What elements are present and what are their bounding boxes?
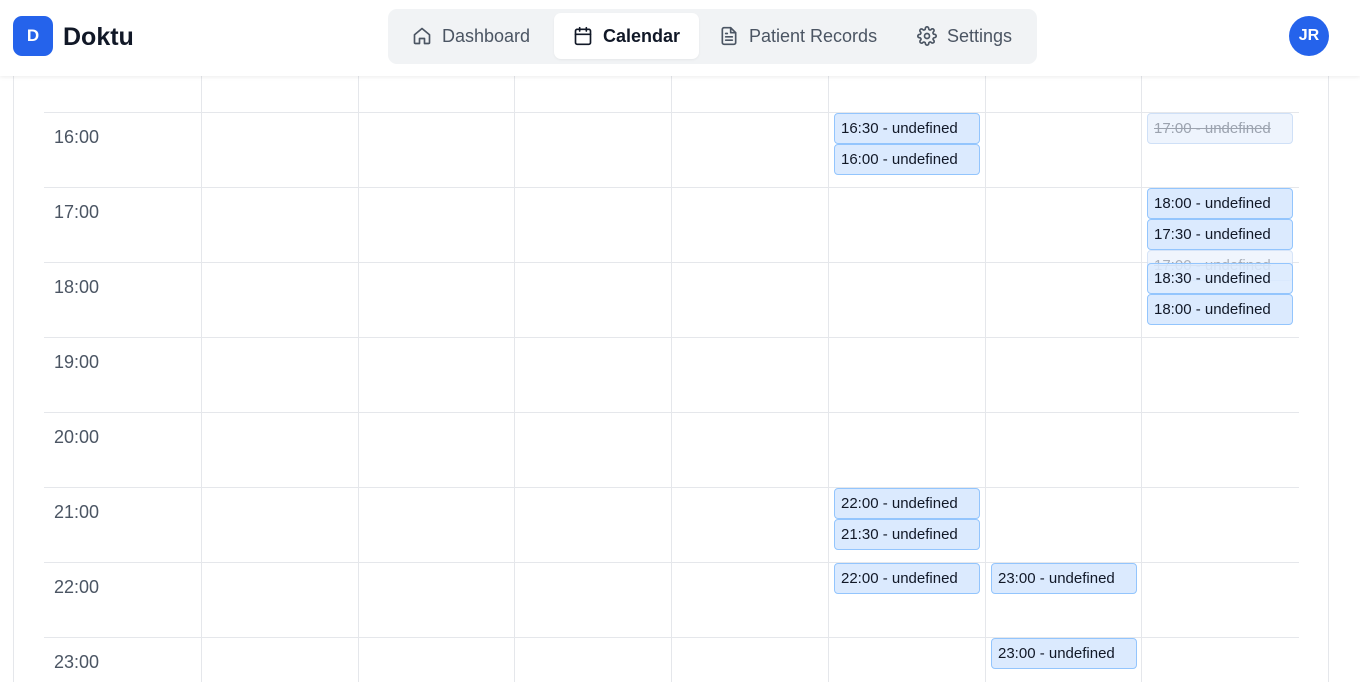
column-divider	[828, 76, 829, 682]
column-divider	[1141, 76, 1142, 682]
user-avatar[interactable]: JR	[1289, 16, 1329, 56]
appointment-event[interactable]: 18:00 - undefined	[1147, 294, 1293, 325]
column-divider	[985, 76, 986, 682]
main-nav: Dashboard Calendar Patient Records Setti…	[388, 9, 1037, 64]
column-divider	[514, 76, 515, 682]
row-divider	[44, 487, 1299, 488]
time-label-2100: 21:00	[54, 502, 100, 522]
time-label-1800: 18:00	[54, 277, 100, 297]
appointment-event[interactable]: 16:30 - undefined	[834, 113, 980, 144]
nav-settings[interactable]: Settings	[898, 13, 1031, 59]
appointment-event[interactable]: 18:30 - undefined	[1147, 263, 1293, 294]
row-divider	[44, 187, 1299, 188]
nav-calendar-label: Calendar	[603, 25, 681, 46]
appointment-event[interactable]: 18:00 - undefined	[1147, 188, 1293, 219]
time-label-2300: 23:00	[54, 652, 100, 672]
document-icon	[721, 26, 737, 46]
appointment-event[interactable]: 22:00 - undefined	[834, 488, 980, 519]
column-divider	[671, 76, 672, 682]
home-icon	[413, 27, 431, 45]
nav-dashboard[interactable]: Dashboard	[393, 13, 549, 59]
app-name[interactable]: Doktu	[63, 22, 134, 52]
time-label-2200: 22:00	[54, 577, 100, 597]
calendar-icon	[574, 26, 592, 46]
nav-calendar[interactable]: Calendar	[554, 13, 700, 59]
row-divider	[44, 337, 1299, 338]
appointment-event[interactable]: 21:30 - undefined	[834, 519, 980, 550]
app-header: D Doktu Dashboard Calendar Patient Recor…	[0, 0, 1360, 76]
time-label-1700: 17:00	[54, 202, 100, 222]
appointment-event[interactable]: 17:30 - undefined	[1147, 219, 1293, 250]
logo-icon[interactable]: D	[13, 16, 53, 56]
cancelled-appointment-event[interactable]: 17:00 - undefined	[1147, 113, 1293, 144]
nav-patient-records[interactable]: Patient Records	[700, 13, 896, 59]
appointment-event[interactable]: 22:00 - undefined	[834, 563, 980, 594]
row-divider	[44, 262, 1299, 263]
row-divider	[44, 112, 1299, 113]
nav-settings-label: Settings	[947, 25, 1013, 46]
time-label-1900: 19:00	[54, 352, 100, 372]
appointment-event[interactable]: 23:00 - undefined	[991, 563, 1137, 594]
appointment-event[interactable]: 23:00 - undefined	[991, 638, 1137, 669]
column-divider	[201, 76, 202, 682]
appointment-event[interactable]: 16:00 - undefined	[834, 144, 980, 175]
time-label-1600: 16:00	[54, 127, 100, 147]
gear-icon	[917, 26, 937, 46]
nav-dashboard-label: Dashboard	[442, 25, 531, 46]
time-label-2000: 20:00	[54, 427, 100, 447]
row-divider	[44, 412, 1299, 413]
column-divider	[358, 76, 359, 682]
nav-patient-records-label: Patient Records	[749, 25, 878, 46]
